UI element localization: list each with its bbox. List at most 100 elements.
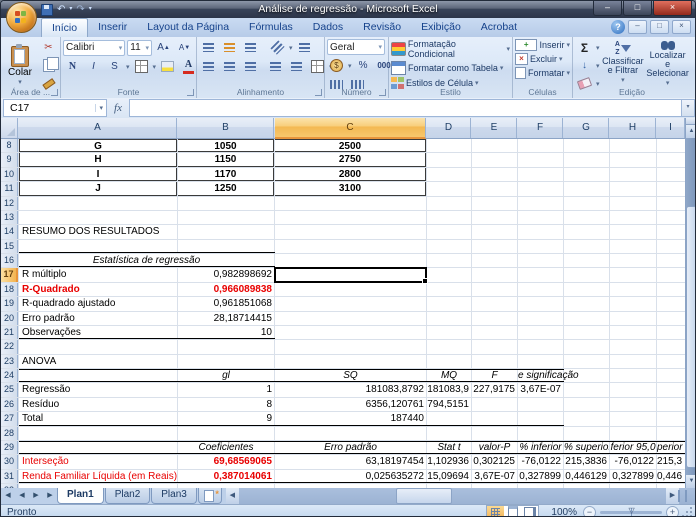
decrease-indent-icon[interactable] (266, 58, 285, 75)
cell-B8[interactable]: 1050 (178, 139, 274, 152)
cell-E30[interactable]: 0,302125 (472, 455, 517, 468)
cell-A9[interactable]: H (19, 153, 177, 166)
tab-formulas[interactable]: Fórmulas (239, 18, 303, 37)
cell-G29[interactable]: % superior (564, 441, 609, 454)
tab-inicio[interactable]: Início (41, 18, 88, 37)
column-header-F[interactable]: F (518, 118, 563, 138)
fill-icon[interactable]: ↓ (575, 57, 594, 74)
row-header-22[interactable]: 22 (1, 340, 18, 353)
chevron-down-icon[interactable]: ▾ (153, 63, 157, 71)
cell-A21[interactable]: Observações (19, 326, 177, 339)
last-sheet-icon[interactable]: ▶ (43, 488, 57, 504)
insert-worksheet-icon[interactable]: * (198, 488, 222, 504)
number-format-select[interactable]: Geral▾ (327, 39, 385, 55)
cell-C24[interactable]: SQ (275, 369, 426, 382)
cell-D24[interactable]: MQ (427, 369, 471, 382)
row-header-21[interactable]: 21 (1, 326, 18, 339)
chevron-down-icon[interactable]: ▾ (289, 44, 293, 52)
workbook-restore-icon[interactable]: □ (650, 20, 669, 34)
row-header-23[interactable]: 23 (1, 355, 18, 368)
cell-F29[interactable]: % inferior (518, 441, 563, 454)
cell-D31[interactable]: 15,09694 (427, 470, 471, 483)
save-icon[interactable] (41, 4, 53, 16)
delete-cells-button[interactable]: × Excluir▾ (515, 53, 570, 65)
chevron-down-icon[interactable]: ▾ (348, 62, 352, 70)
cell-I31[interactable]: 0,446 (657, 470, 685, 483)
row-header-12[interactable]: 12 (1, 197, 18, 210)
cell-B21[interactable]: 10 (178, 326, 274, 339)
decrease-font-icon[interactable]: A▼ (175, 39, 194, 56)
cell-C29[interactable]: Erro padrão (275, 441, 426, 454)
qat-customize-icon[interactable]: ▾ (89, 3, 92, 16)
font-size-select[interactable]: 11▾ (127, 40, 152, 56)
cell-B31[interactable]: 0,387014061 (178, 470, 274, 483)
cell-A8[interactable]: G (19, 139, 177, 152)
vertical-scrollbar[interactable]: ▲ ▼ (685, 118, 696, 488)
row-header-30[interactable]: 30 (1, 455, 18, 468)
help-icon[interactable]: ? (611, 20, 625, 34)
horizontal-scroll-thumb[interactable] (396, 488, 452, 504)
cell-C25[interactable]: 181083,8792 (275, 383, 426, 396)
row-header-28[interactable]: 28 (1, 427, 18, 440)
cell-F30[interactable]: -76,0122 (518, 455, 563, 468)
cell-B26[interactable]: 8 (178, 398, 274, 411)
zoom-slider-thumb[interactable]: ▽ (629, 506, 635, 515)
redo-icon[interactable]: ↷ (76, 3, 84, 16)
align-bottom-icon[interactable] (241, 39, 260, 56)
previous-sheet-icon[interactable]: ◀ (15, 488, 29, 504)
workbook-close-icon[interactable]: × (672, 20, 691, 34)
autosum-icon[interactable]: Σ (575, 39, 594, 56)
row-header-13[interactable]: 13 (1, 211, 18, 224)
scroll-left-icon[interactable]: ◀ (226, 488, 239, 504)
cell-F25[interactable]: 3,67E-07 (518, 383, 563, 396)
tab-inserir[interactable]: Inserir (88, 18, 137, 37)
increase-indent-icon[interactable] (287, 58, 306, 75)
next-sheet-icon[interactable]: ▶ (29, 488, 43, 504)
cell-H30[interactable]: -76,0122 (610, 455, 656, 468)
cell-A27[interactable]: Total (19, 412, 177, 425)
row-header-9[interactable]: 9 (1, 153, 18, 166)
percent-style-button[interactable]: % (354, 57, 373, 74)
scroll-down-icon[interactable]: ▼ (686, 475, 696, 488)
cell-A19[interactable]: R-quadrado ajustado (19, 297, 177, 310)
cell-A14[interactable]: RESUMO DOS RESULTADOS (19, 225, 269, 238)
row-header-8[interactable]: 8 (1, 139, 18, 152)
row-header-10[interactable]: 10 (1, 168, 18, 181)
expand-formula-bar-icon[interactable]: ▾ (681, 99, 695, 117)
cell-B10[interactable]: 1170 (178, 168, 274, 181)
cell-A17[interactable]: R múltiplo (19, 268, 177, 281)
sheet-tab-plan1[interactable]: Plan1 (57, 488, 104, 504)
cell-A10[interactable]: I (19, 168, 177, 181)
row-header-19[interactable]: 19 (1, 297, 18, 310)
align-top-icon[interactable] (199, 39, 218, 56)
office-button[interactable] (6, 2, 37, 33)
cell-D26[interactable]: 794,5151 (427, 398, 471, 411)
name-box[interactable]: C17 ▾ (3, 99, 107, 117)
cell-B18[interactable]: 0,966089838 (178, 283, 274, 296)
zoom-level[interactable]: 100% (551, 507, 577, 517)
horizontal-scrollbar[interactable]: ◀ ▶ (226, 488, 695, 504)
cell-D25[interactable]: 181083,9 (427, 383, 471, 396)
formula-input[interactable] (129, 99, 681, 117)
undo-dropdown-icon[interactable]: ▾ (69, 3, 72, 16)
row-header-15[interactable]: 15 (1, 240, 18, 253)
insert-cells-button[interactable]: + Inserir▾ (515, 39, 570, 51)
row-header-20[interactable]: 20 (1, 312, 18, 325)
page-layout-view-icon[interactable] (504, 506, 521, 517)
fill-color-icon[interactable] (158, 58, 177, 75)
row-header-17[interactable]: 17 (1, 268, 18, 281)
row-header-16[interactable]: 16 (1, 254, 18, 267)
vertical-scroll-thumb[interactable] (686, 206, 696, 468)
cell-C26[interactable]: 6356,120761 (275, 398, 426, 411)
alignment-dialog-launcher-icon[interactable] (315, 89, 322, 96)
borders-icon[interactable] (132, 58, 151, 75)
tab-acrobat[interactable]: Acrobat (471, 18, 527, 37)
accounting-format-icon[interactable]: $ (327, 57, 346, 74)
cell-I29[interactable]: perior (657, 441, 685, 454)
cell-B17[interactable]: 0,982898692 (178, 268, 274, 281)
format-as-table-button[interactable]: Formatar como Tabela▾ (391, 61, 510, 75)
cell-A31[interactable]: Renda Familiar Líquida (em Reais) (19, 470, 177, 483)
cell-C8[interactable]: 2500 (275, 139, 426, 152)
tab-exibicao[interactable]: Exibição (411, 18, 471, 37)
insert-function-icon[interactable]: fx (107, 102, 129, 114)
